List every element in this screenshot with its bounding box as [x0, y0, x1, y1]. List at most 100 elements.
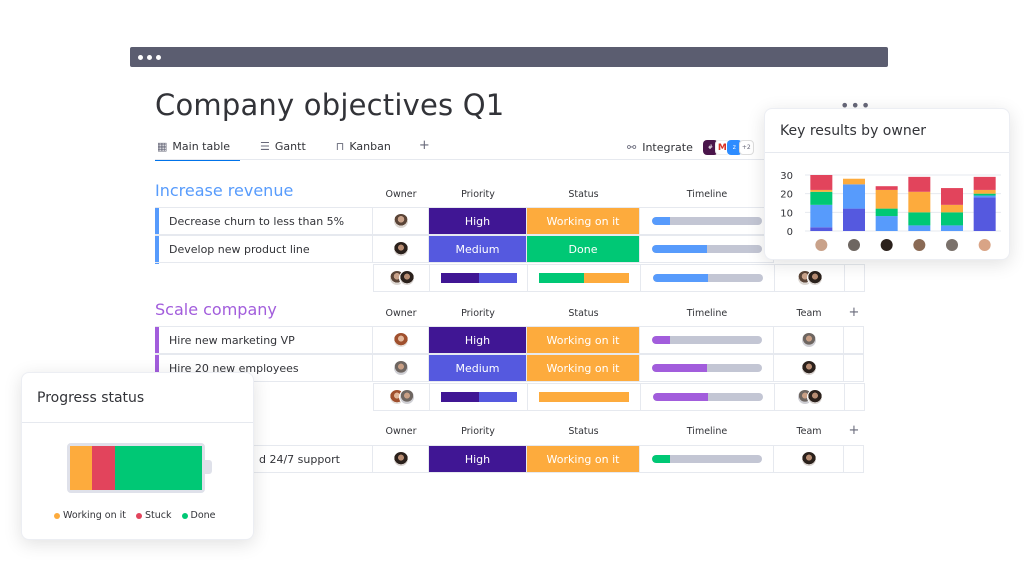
owner-avatar — [978, 239, 991, 251]
table-row[interactable]: d 24/7 support High Working on it — [155, 445, 864, 473]
battery-segment-done — [114, 446, 202, 490]
item-name[interactable]: Hire new marketing VP — [155, 327, 373, 353]
window-dot-icon[interactable] — [156, 55, 161, 60]
item-name[interactable]: Decrease churn to less than 5% — [155, 208, 373, 234]
column-header-team: Team — [796, 308, 822, 319]
timeline-cell[interactable] — [640, 208, 774, 234]
owner-cell[interactable] — [373, 208, 429, 234]
card-title: Progress status — [22, 373, 253, 423]
avatar — [392, 213, 409, 229]
empty-cell — [844, 327, 864, 353]
avatar — [398, 389, 415, 405]
team-cell[interactable] — [774, 327, 844, 353]
legend-label: Done — [190, 510, 216, 521]
status-cell[interactable]: Working on it — [527, 355, 640, 381]
team-cell[interactable] — [774, 446, 844, 472]
card-title: Key results by owner — [765, 109, 1009, 153]
status-summary — [528, 384, 641, 410]
priority-cell[interactable]: High — [429, 327, 527, 353]
bar-segment-green — [941, 212, 963, 226]
bar-segment-blue — [810, 204, 833, 228]
more-apps-badge: +2 — [738, 140, 754, 155]
column-header-priority: Priority — [461, 308, 495, 319]
window-dot-icon[interactable] — [138, 55, 143, 60]
table-row[interactable]: Hire 20 new employees Medium Working on … — [155, 354, 864, 382]
bar-segment-green — [908, 212, 931, 226]
column-header-timeline: Timeline — [686, 308, 728, 319]
priority-summary-medium — [478, 273, 517, 283]
window-controls — [138, 55, 161, 60]
view-tabs: ▦ Main table ☰ Gantt ⊓ Kanban + — [155, 138, 430, 161]
team-cell[interactable] — [774, 355, 844, 381]
team-summary — [775, 265, 845, 291]
table-row[interactable]: Develop new product line Medium Done — [155, 235, 774, 263]
timeline-cell[interactable] — [640, 446, 774, 472]
status-cell[interactable]: Done — [527, 236, 640, 262]
group-title-scale-company[interactable]: Scale company — [155, 300, 277, 319]
group-title-increase-revenue[interactable]: Increase revenue — [155, 181, 293, 200]
add-column-button[interactable]: + — [844, 423, 864, 438]
owner-summary — [374, 384, 430, 410]
column-header-owner: Owner — [385, 189, 417, 200]
bar-segment-red — [810, 175, 833, 190]
window-title-bar — [130, 47, 888, 67]
bar-segment-blue — [908, 225, 931, 231]
status-cell[interactable]: Working on it — [527, 208, 640, 234]
integrate-label: Integrate — [642, 141, 693, 154]
priority-cell[interactable]: Medium — [429, 355, 527, 381]
priority-cell[interactable]: High — [429, 208, 527, 234]
timeline-bar — [651, 336, 762, 344]
bar-segment-orange — [843, 178, 865, 185]
table-row[interactable]: Hire new marketing VP High Working on it — [155, 326, 864, 354]
legend-item: Stuck — [135, 510, 172, 521]
owner-cell[interactable] — [373, 327, 429, 353]
timeline-cell[interactable] — [640, 327, 774, 353]
table-row[interactable]: Decrease churn to less than 5% High Work… — [155, 207, 774, 235]
y-tick-label: 20 — [780, 190, 793, 201]
item-name[interactable]: Develop new product line — [155, 236, 373, 262]
table-icon: ▦ — [157, 140, 168, 153]
owner-summary — [374, 265, 430, 291]
status-summary-working — [584, 273, 629, 283]
timeline-bar — [651, 364, 762, 372]
owner-avatar — [946, 239, 958, 251]
avatar — [806, 270, 823, 286]
progress-legend: Working on it Stuck Done — [54, 510, 216, 521]
add-column-button[interactable]: + — [844, 305, 864, 320]
owner-cell[interactable] — [373, 236, 429, 262]
legend-item: Done — [181, 510, 216, 521]
tab-gantt[interactable]: ☰ Gantt — [258, 138, 308, 161]
owner-cell[interactable] — [373, 446, 429, 472]
window-dot-icon[interactable] — [147, 55, 152, 60]
gantt-icon: ☰ — [260, 140, 270, 153]
timeline-cell[interactable] — [640, 355, 774, 381]
owner-cell[interactable] — [373, 355, 429, 381]
column-header-priority: Priority — [461, 189, 495, 200]
timeline-fill — [652, 393, 708, 401]
priority-summary-high — [440, 273, 479, 283]
priority-cell[interactable]: High — [429, 446, 527, 472]
tab-kanban[interactable]: ⊓ Kanban — [334, 138, 393, 161]
timeline-cell[interactable] — [640, 236, 774, 262]
tab-label: Gantt — [274, 140, 306, 153]
tab-label: Kanban — [349, 140, 391, 153]
add-view-button[interactable]: + — [419, 138, 430, 161]
bar-segment-purple — [843, 208, 865, 231]
legend-dot-icon — [54, 512, 60, 519]
status-cell[interactable]: Working on it — [527, 446, 640, 472]
empty-cell — [845, 384, 865, 410]
battery-segment-stuck — [92, 446, 115, 490]
legend-item: Working on it — [54, 510, 126, 521]
integrate-button[interactable]: ⚯ Integrate # M z +2 — [627, 140, 754, 155]
legend-dot-icon — [181, 512, 188, 519]
bar-segment-red — [908, 176, 931, 192]
legend-label: Working on it — [63, 510, 126, 521]
tab-main-table[interactable]: ▦ Main table — [155, 138, 241, 161]
avatar — [392, 360, 409, 376]
timeline-fill — [651, 217, 671, 225]
avatar — [392, 451, 409, 467]
key-results-chart: 0 10 20 30 — [780, 171, 1001, 251]
priority-cell[interactable]: Medium — [429, 236, 527, 262]
status-cell[interactable]: Working on it — [527, 327, 640, 353]
bar-segment-green — [875, 208, 898, 217]
